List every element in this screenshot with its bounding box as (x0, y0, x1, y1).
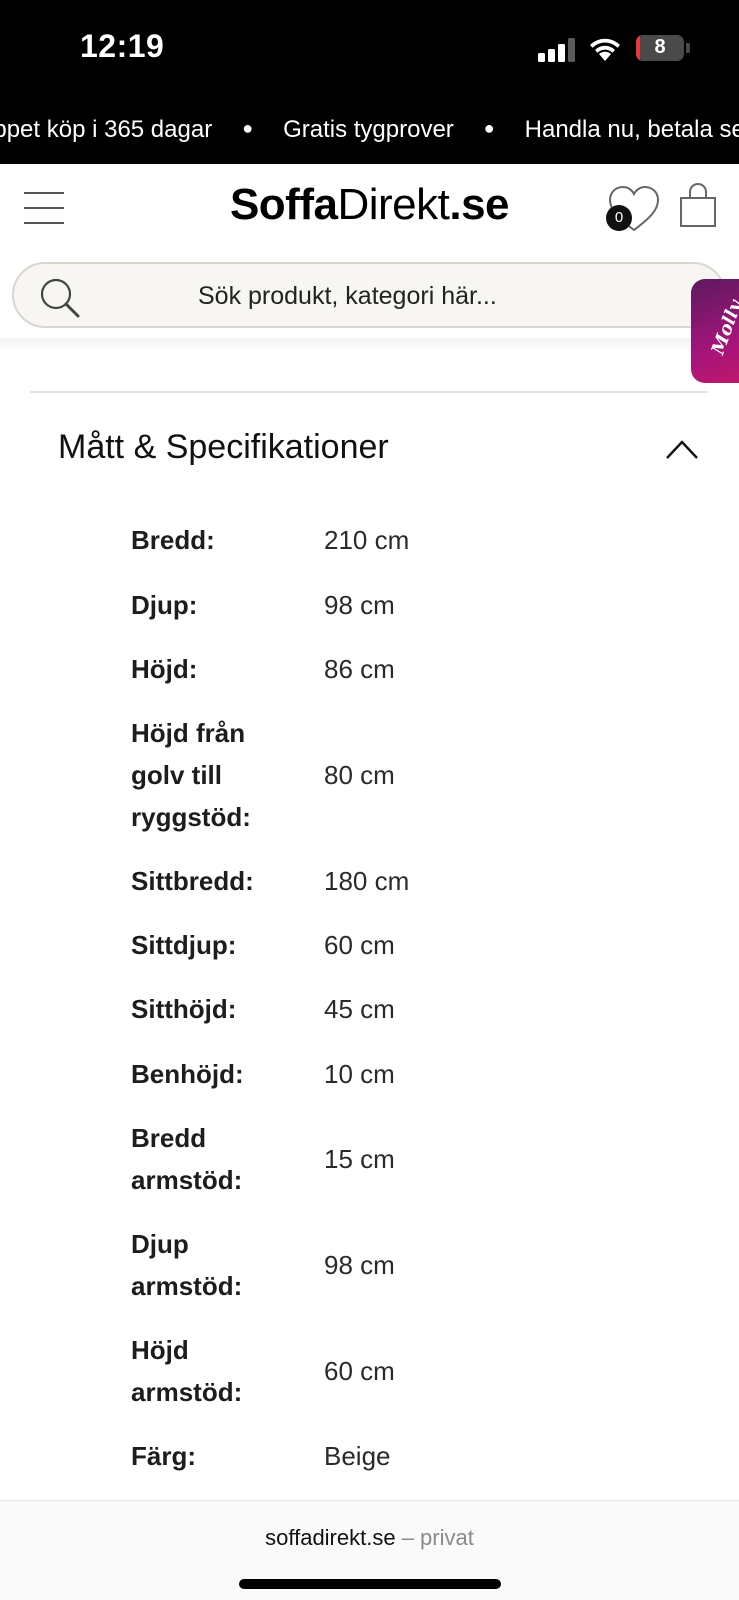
status-bar: 12:19 8 (0, 0, 739, 100)
spec-label: Sittbredd: (131, 866, 254, 896)
logo-part-tld: .se (449, 180, 510, 229)
private-mode-label: – privat (395, 1525, 474, 1550)
spec-value: 210 cm (324, 525, 410, 555)
promo-marquee: öppet köp i 365 dagar ● Gratis tygprover ● H… (0, 100, 739, 164)
marquee-item: Gratis tygprover (283, 116, 454, 143)
marquee-item: öppet köp i 365 dagar (0, 116, 213, 143)
header-shadow (0, 338, 739, 352)
browser-address-bar[interactable]: soffadirekt.se – privat (0, 1500, 739, 1600)
wifi-icon (590, 38, 620, 61)
home-indicator[interactable] (239, 1579, 501, 1589)
spec-label: Sittdjup: (131, 930, 237, 960)
page: 12:19 8 öppet köp i 365 dagar ● Gratis tyg… (0, 0, 739, 1600)
spec-label: Höjd armstöd: (131, 1335, 243, 1407)
spec-label: Benhöjd: (131, 1059, 244, 1089)
marquee-track: öppet köp i 365 dagar ● Gratis tygprover ● H… (0, 116, 739, 144)
spec-label: Bredd: (131, 525, 215, 555)
spec-value: Beige (324, 1441, 391, 1471)
spec-value: 98 cm (324, 590, 395, 620)
marquee-item: Handla nu, betala senare (524, 116, 739, 143)
spec-value: 98 cm (324, 1250, 395, 1280)
spec-value: 10 cm (324, 1059, 395, 1089)
spec-label: Djup: (131, 590, 198, 620)
cellular-signal-icon (538, 38, 576, 62)
spec-value: 60 cm (324, 930, 395, 960)
marquee-separator: ● (242, 118, 254, 138)
spec-value: 15 cm (324, 1144, 395, 1174)
chat-assistant-tab[interactable]: Molly (691, 279, 739, 383)
battery-percent: 8 (654, 36, 666, 58)
search-icon (40, 278, 80, 318)
spec-value: 180 cm (324, 866, 410, 896)
section-divider (30, 391, 708, 393)
logo-part-thin: Direkt (337, 180, 450, 229)
spec-label: Höjd från golv till ryggstöd: (131, 718, 251, 832)
spec-label: Höjd: (131, 654, 198, 684)
specs-section-title[interactable]: Mått & Specifikationer (58, 428, 389, 467)
spec-value: 86 cm (324, 654, 395, 684)
status-time: 12:19 (80, 28, 165, 64)
chevron-up-icon[interactable] (664, 436, 700, 462)
search-placeholder: Sök produkt, kategori här... (198, 282, 497, 310)
battery-icon: 8 (636, 35, 684, 61)
spec-value: 60 cm (324, 1356, 395, 1386)
spec-label: Färg: (131, 1441, 196, 1471)
url-domain: soffadirekt.se (265, 1525, 396, 1550)
marquee-separator: ● (483, 118, 495, 138)
battery-tip (686, 43, 690, 53)
spec-value: 80 cm (324, 760, 395, 790)
wishlist-count-badge: 0 (606, 205, 632, 231)
logo-part-bold: Soffa (229, 180, 338, 229)
chat-assistant-label: Molly (707, 297, 739, 358)
spec-value: 45 cm (324, 994, 395, 1024)
spec-label: Djup armstöd: (131, 1229, 243, 1301)
url-line: soffadirekt.se – privat (0, 1525, 739, 1551)
search-input[interactable]: Sök produkt, kategori här... (12, 262, 726, 328)
shopping-bag-icon[interactable] (678, 182, 718, 228)
spec-label: Sitthöjd: (131, 994, 237, 1024)
spec-label: Bredd armstöd: (131, 1123, 243, 1195)
